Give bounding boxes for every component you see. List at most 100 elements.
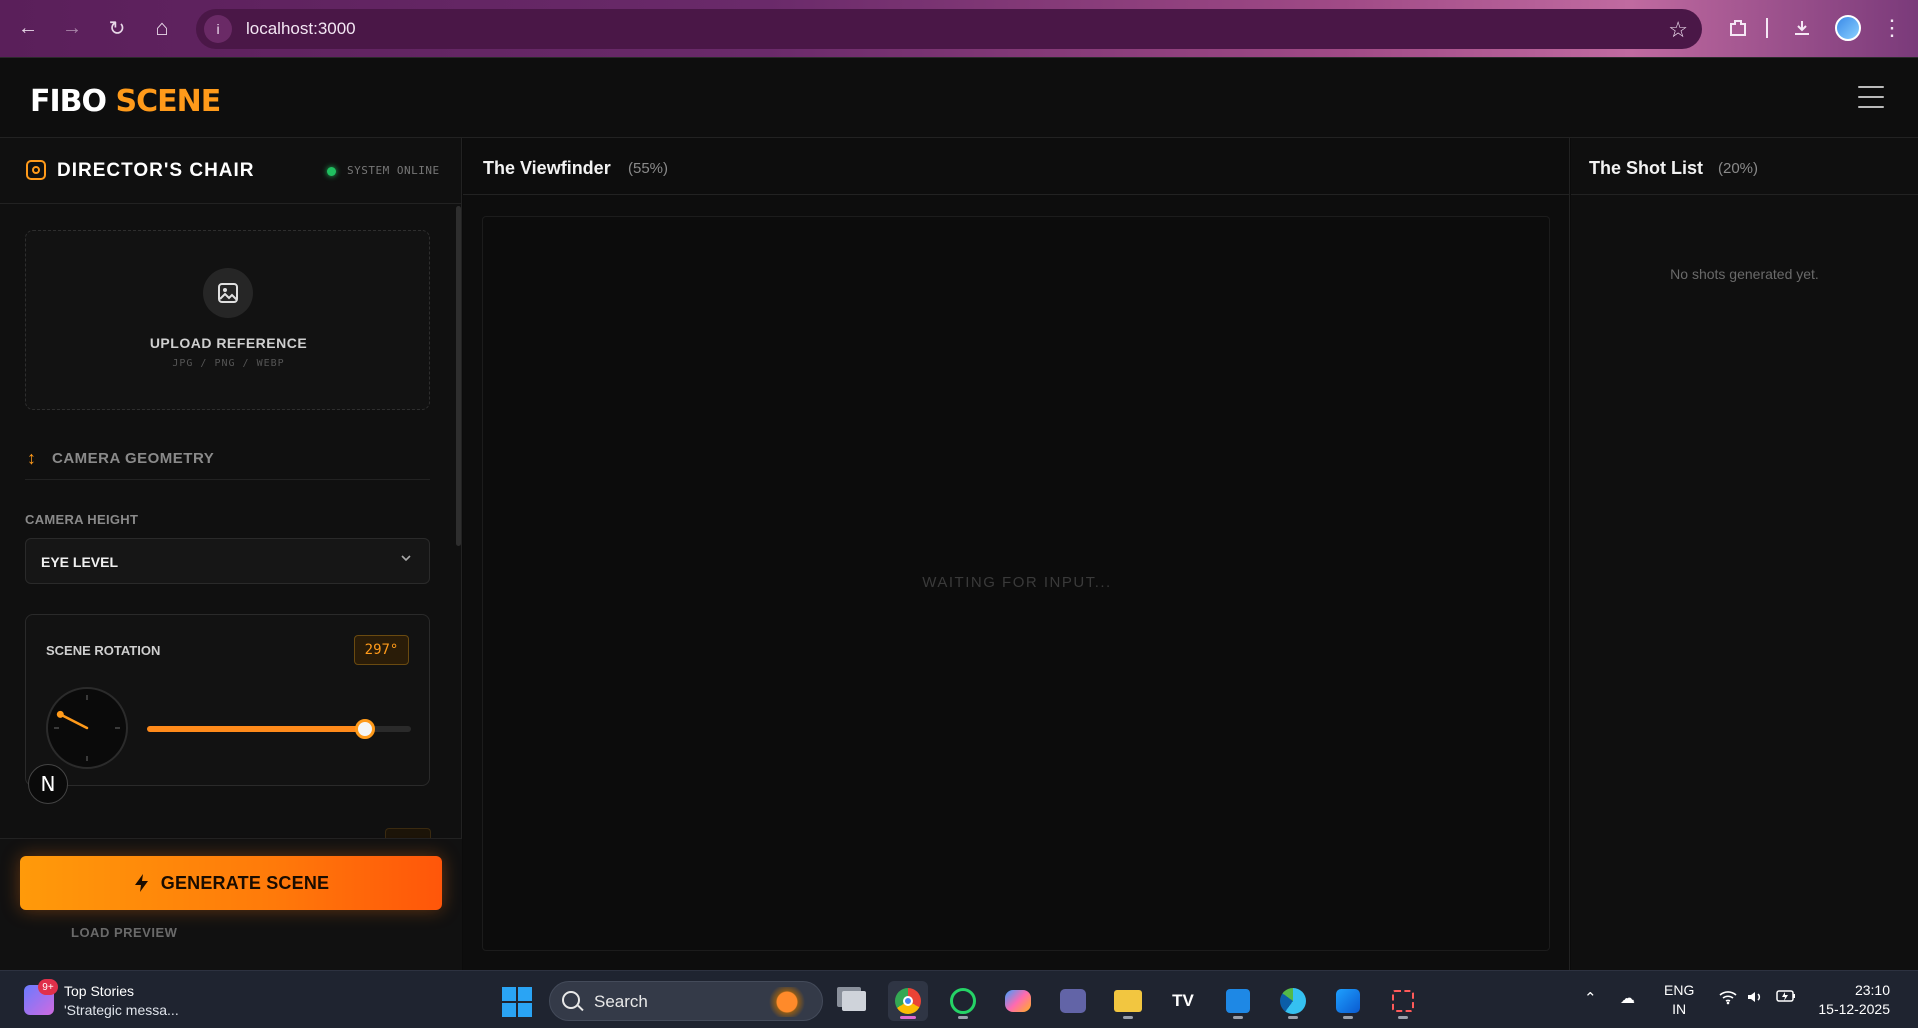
reload-icon[interactable]: ↻ — [101, 12, 133, 44]
onedrive-icon[interactable]: ☁ — [1620, 989, 1635, 1007]
running-indicator — [1343, 1016, 1353, 1019]
teams-icon[interactable] — [1053, 981, 1093, 1021]
scene-rotation-card: SCENE ROTATION 297° — [25, 614, 430, 786]
hamburger-menu-icon[interactable] — [1858, 86, 1884, 108]
rotation-slider-fill — [147, 726, 365, 732]
language-region: IN — [1672, 1001, 1687, 1017]
language-code: ENG — [1664, 982, 1695, 998]
viewfinder-title: The Viewfinder — [483, 158, 611, 178]
scene-rotation-label: SCENE ROTATION — [46, 643, 161, 658]
status-text: SYSTEM ONLINE — [347, 164, 440, 177]
shot-list-empty-message: No shots generated yet. — [1670, 266, 1819, 282]
camera-height-value: EYE LEVEL — [41, 554, 119, 570]
show-hidden-icons[interactable]: ⌃ — [1584, 989, 1597, 1007]
image-icon — [203, 268, 253, 318]
shot-list-title: The Shot List — [1589, 158, 1703, 178]
rotation-slider[interactable] — [147, 719, 411, 739]
home-icon[interactable]: ⌂ — [146, 12, 178, 44]
panel-scrollbar[interactable] — [456, 206, 461, 546]
next-value-badge — [385, 828, 431, 838]
viewfinder-header: The Viewfinder (55%) — [463, 138, 1570, 195]
rotation-dial[interactable] — [46, 687, 128, 769]
active-indicator — [900, 1016, 916, 1019]
generate-scene-label: GENERATE SCENE — [160, 872, 330, 893]
copilot-icon[interactable] — [998, 981, 1038, 1021]
photos-icon[interactable] — [1328, 981, 1368, 1021]
clock-time: 23:10 — [1854, 982, 1890, 998]
profile-avatar[interactable] — [1832, 12, 1864, 44]
shot-list-panel: The Shot List (20%) No shots generated y… — [1571, 138, 1918, 970]
upload-formats: JPG / PNG / WEBP — [172, 358, 285, 369]
app-logo[interactable]: FIBO SCENE — [30, 84, 221, 119]
shot-list-header: The Shot List (20%) — [1571, 138, 1918, 195]
whatsapp-icon[interactable] — [943, 981, 983, 1021]
news-badge: 9+ — [38, 979, 58, 995]
toolbar-divider — [1764, 12, 1770, 44]
running-indicator — [1288, 1016, 1298, 1019]
section-label: CAMERA GEOMETRY — [52, 450, 215, 467]
windows-start-icon[interactable] — [502, 987, 532, 1017]
vertical-arrows-icon: ↕ — [27, 448, 36, 468]
battery-icon[interactable] — [1776, 989, 1796, 1007]
bookmark-star-icon[interactable]: ☆ — [1668, 17, 1688, 43]
news-title[interactable]: Top Stories — [64, 983, 134, 999]
viewfinder-percent: (55%) — [628, 160, 669, 177]
clock-date: 15-12-2025 — [1818, 1001, 1890, 1017]
edge-icon[interactable] — [1273, 981, 1313, 1021]
app-header: FIBO SCENE — [0, 58, 1918, 138]
language-indicator[interactable]: ENG IN — [1664, 981, 1694, 1019]
status-indicator-dot — [327, 167, 336, 176]
snipping-tool-icon[interactable] — [1383, 981, 1423, 1021]
windows-taskbar: 9+ Top Stories 'Strategic messa... Searc… — [0, 970, 1918, 1028]
viewfinder-placeholder: WAITING FOR INPUT... — [922, 574, 1112, 591]
viewfinder-panel: The Viewfinder (55%) WAITING FOR INPUT..… — [463, 138, 1570, 970]
nextjs-dev-badge[interactable]: N — [28, 764, 68, 804]
lightning-icon — [134, 874, 148, 892]
taskbar-search[interactable]: Search — [549, 981, 823, 1021]
downloads-icon[interactable] — [1786, 12, 1818, 44]
forward-icon[interactable]: → — [56, 12, 88, 44]
search-icon — [562, 991, 580, 1009]
rotation-slider-thumb[interactable] — [354, 719, 375, 739]
url-text: localhost:3000 — [246, 19, 356, 38]
volume-icon[interactable] — [1746, 989, 1764, 1009]
task-view-icon[interactable] — [834, 981, 874, 1021]
chrome-taskbar-icon[interactable] — [888, 981, 928, 1021]
viewfinder-canvas: WAITING FOR INPUT... — [482, 216, 1550, 951]
search-label: Search — [594, 992, 648, 1011]
wifi-icon[interactable] — [1718, 989, 1738, 1009]
camera-height-select[interactable]: EYE LEVEL — [25, 538, 430, 584]
system-clock[interactable]: 23:10 15-12-2025 — [1810, 981, 1890, 1019]
tradingview-icon[interactable]: TV — [1163, 981, 1203, 1021]
directors-chair-panel: DIRECTOR'S CHAIR SYSTEM ONLINE UPLOAD RE… — [0, 138, 462, 970]
extensions-icon[interactable] — [1722, 12, 1754, 44]
browser-menu-icon[interactable]: ⋮ — [1876, 12, 1908, 44]
back-icon[interactable]: ← — [12, 12, 44, 44]
camera-height-label: CAMERA HEIGHT — [25, 512, 139, 527]
vscode-icon[interactable] — [1218, 981, 1258, 1021]
address-bar[interactable]: i localhost:3000 ☆ — [196, 9, 1702, 49]
rotation-value-badge: 297° — [354, 635, 409, 665]
camera-geometry-section[interactable]: ↕ CAMERA GEOMETRY — [25, 448, 430, 480]
running-indicator — [958, 1016, 968, 1019]
panel-title: DIRECTOR'S CHAIR — [57, 160, 255, 181]
action-footer: GENERATE SCENE LOAD PREVIEW — [0, 838, 462, 970]
shot-list-percent: (20%) — [1718, 160, 1759, 177]
upload-title: UPLOAD REFERENCE — [149, 335, 308, 351]
generate-scene-button[interactable]: GENERATE SCENE — [20, 856, 442, 910]
chevron-down-icon — [399, 551, 413, 568]
logo-word-scene: SCENE — [115, 84, 221, 119]
panel-header: DIRECTOR'S CHAIR SYSTEM ONLINE — [0, 138, 462, 204]
running-indicator — [1123, 1016, 1133, 1019]
search-highlight-image — [762, 987, 812, 1017]
load-preview-button[interactable]: LOAD PREVIEW — [71, 925, 177, 940]
camera-frame-icon — [26, 160, 46, 180]
site-info-icon[interactable]: i — [204, 15, 232, 43]
upload-reference-dropzone[interactable]: UPLOAD REFERENCE JPG / PNG / WEBP — [25, 230, 430, 410]
file-explorer-icon[interactable] — [1108, 981, 1148, 1021]
running-indicator — [1233, 1016, 1243, 1019]
dial-needle — [56, 710, 89, 730]
running-indicator — [1398, 1016, 1408, 1019]
news-subtitle[interactable]: 'Strategic messa... — [64, 1002, 179, 1018]
browser-toolbar: ← → ↻ ⌂ i localhost:3000 ☆ ⋮ — [0, 0, 1918, 58]
